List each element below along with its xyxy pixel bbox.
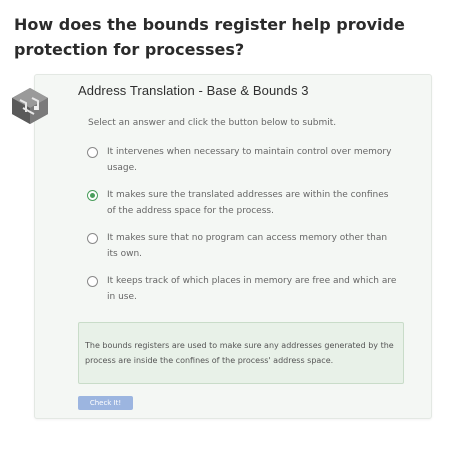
radio-button[interactable] [87, 233, 98, 244]
maze-badge-icon [10, 86, 50, 126]
answer-option-label: It keeps track of which places in memory… [107, 276, 397, 302]
answer-option-label: It intervenes when necessary to maintain… [107, 147, 392, 173]
answer-option-1[interactable]: It intervenes when necessary to maintain… [87, 146, 397, 176]
question-title: How does the bounds register help provid… [14, 15, 405, 59]
radio-button-selected[interactable] [87, 190, 98, 201]
answer-feedback: The bounds registers are used to make su… [78, 322, 404, 384]
answer-option-2[interactable]: It makes sure the translated addresses a… [87, 189, 397, 219]
radio-button[interactable] [87, 147, 98, 158]
quiz-title: Address Translation - Base & Bounds 3 [78, 83, 309, 98]
answer-option-3[interactable]: It makes sure that no program can access… [87, 232, 397, 262]
radio-button[interactable] [87, 276, 98, 287]
answer-option-label: It makes sure the translated addresses a… [107, 190, 389, 216]
answer-option-label: It makes sure that no program can access… [107, 233, 388, 259]
answer-option-4[interactable]: It keeps track of which places in memory… [87, 275, 397, 305]
check-it-button[interactable]: Check It! [78, 396, 133, 410]
quiz-instruction: Select an answer and click the button be… [88, 118, 337, 128]
